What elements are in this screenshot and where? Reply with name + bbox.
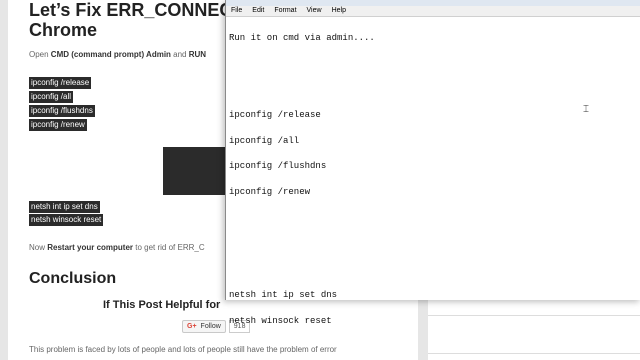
conclusion-paragraph: This problem is faced by lots of people … bbox=[29, 345, 337, 354]
command-line: ipconfig /all bbox=[29, 91, 74, 103]
editor-line: ipconfig /renew bbox=[229, 187, 311, 198]
follow-label: Follow bbox=[200, 323, 221, 330]
google-plus-icon: G+ bbox=[187, 323, 197, 330]
text-cursor-icon: ⌶ bbox=[583, 105, 589, 116]
menu-help[interactable]: Help bbox=[327, 6, 351, 16]
intro-paragraph: Open CMD (command prompt) Admin and RUN bbox=[29, 50, 206, 59]
restart-paragraph: Now Restart your computer to get rid of … bbox=[29, 243, 205, 252]
notepad-window[interactable]: File Edit Format View Help Run it on cmd… bbox=[225, 0, 640, 325]
intro-bold-cmd: CMD (command prompt) Admin bbox=[50, 50, 171, 59]
command-line: netsh winsock reset bbox=[29, 214, 104, 226]
command-line: ipconfig /flushdns bbox=[29, 105, 95, 117]
command-line: ipconfig /release bbox=[29, 77, 92, 89]
article-title-continued: Chrome bbox=[29, 20, 98, 40]
menu-file[interactable]: File bbox=[226, 6, 247, 16]
menu-format[interactable]: Format bbox=[269, 6, 301, 16]
intro-text: Open bbox=[29, 50, 51, 59]
editor-line: ipconfig /release bbox=[229, 110, 321, 121]
command-line: netsh int ip set dns bbox=[29, 201, 100, 213]
divider bbox=[428, 353, 640, 354]
menu-view[interactable]: View bbox=[302, 6, 327, 16]
restart-text: Now bbox=[29, 243, 48, 252]
editor-line: netsh int ip set dns bbox=[229, 289, 338, 300]
embedded-image bbox=[163, 147, 227, 195]
restart-bold: Restart your computer bbox=[47, 243, 134, 252]
command-line: ipconfig /renew bbox=[29, 119, 87, 131]
helpful-heading: If This Post Helpful for bbox=[103, 299, 221, 311]
follow-button[interactable]: G+ Follow bbox=[182, 320, 226, 333]
restart-text: to get rid of ERR_C bbox=[133, 243, 205, 252]
editor-line: netsh winsock reset bbox=[229, 315, 332, 326]
editor-line: ipconfig /all bbox=[229, 135, 300, 146]
intro-text: and bbox=[170, 50, 189, 59]
editor-line: Run it on cmd via admin.... bbox=[229, 33, 375, 43]
editor-line: ipconfig /flushdns bbox=[229, 161, 327, 172]
menu-edit[interactable]: Edit bbox=[247, 6, 269, 16]
intro-bold-run: RUN bbox=[188, 50, 207, 59]
conclusion-heading: Conclusion bbox=[29, 270, 117, 287]
menu-bar: File Edit Format View Help bbox=[226, 6, 640, 17]
text-editor[interactable]: Run it on cmd via admin.... ipconfig /re… bbox=[229, 17, 639, 325]
